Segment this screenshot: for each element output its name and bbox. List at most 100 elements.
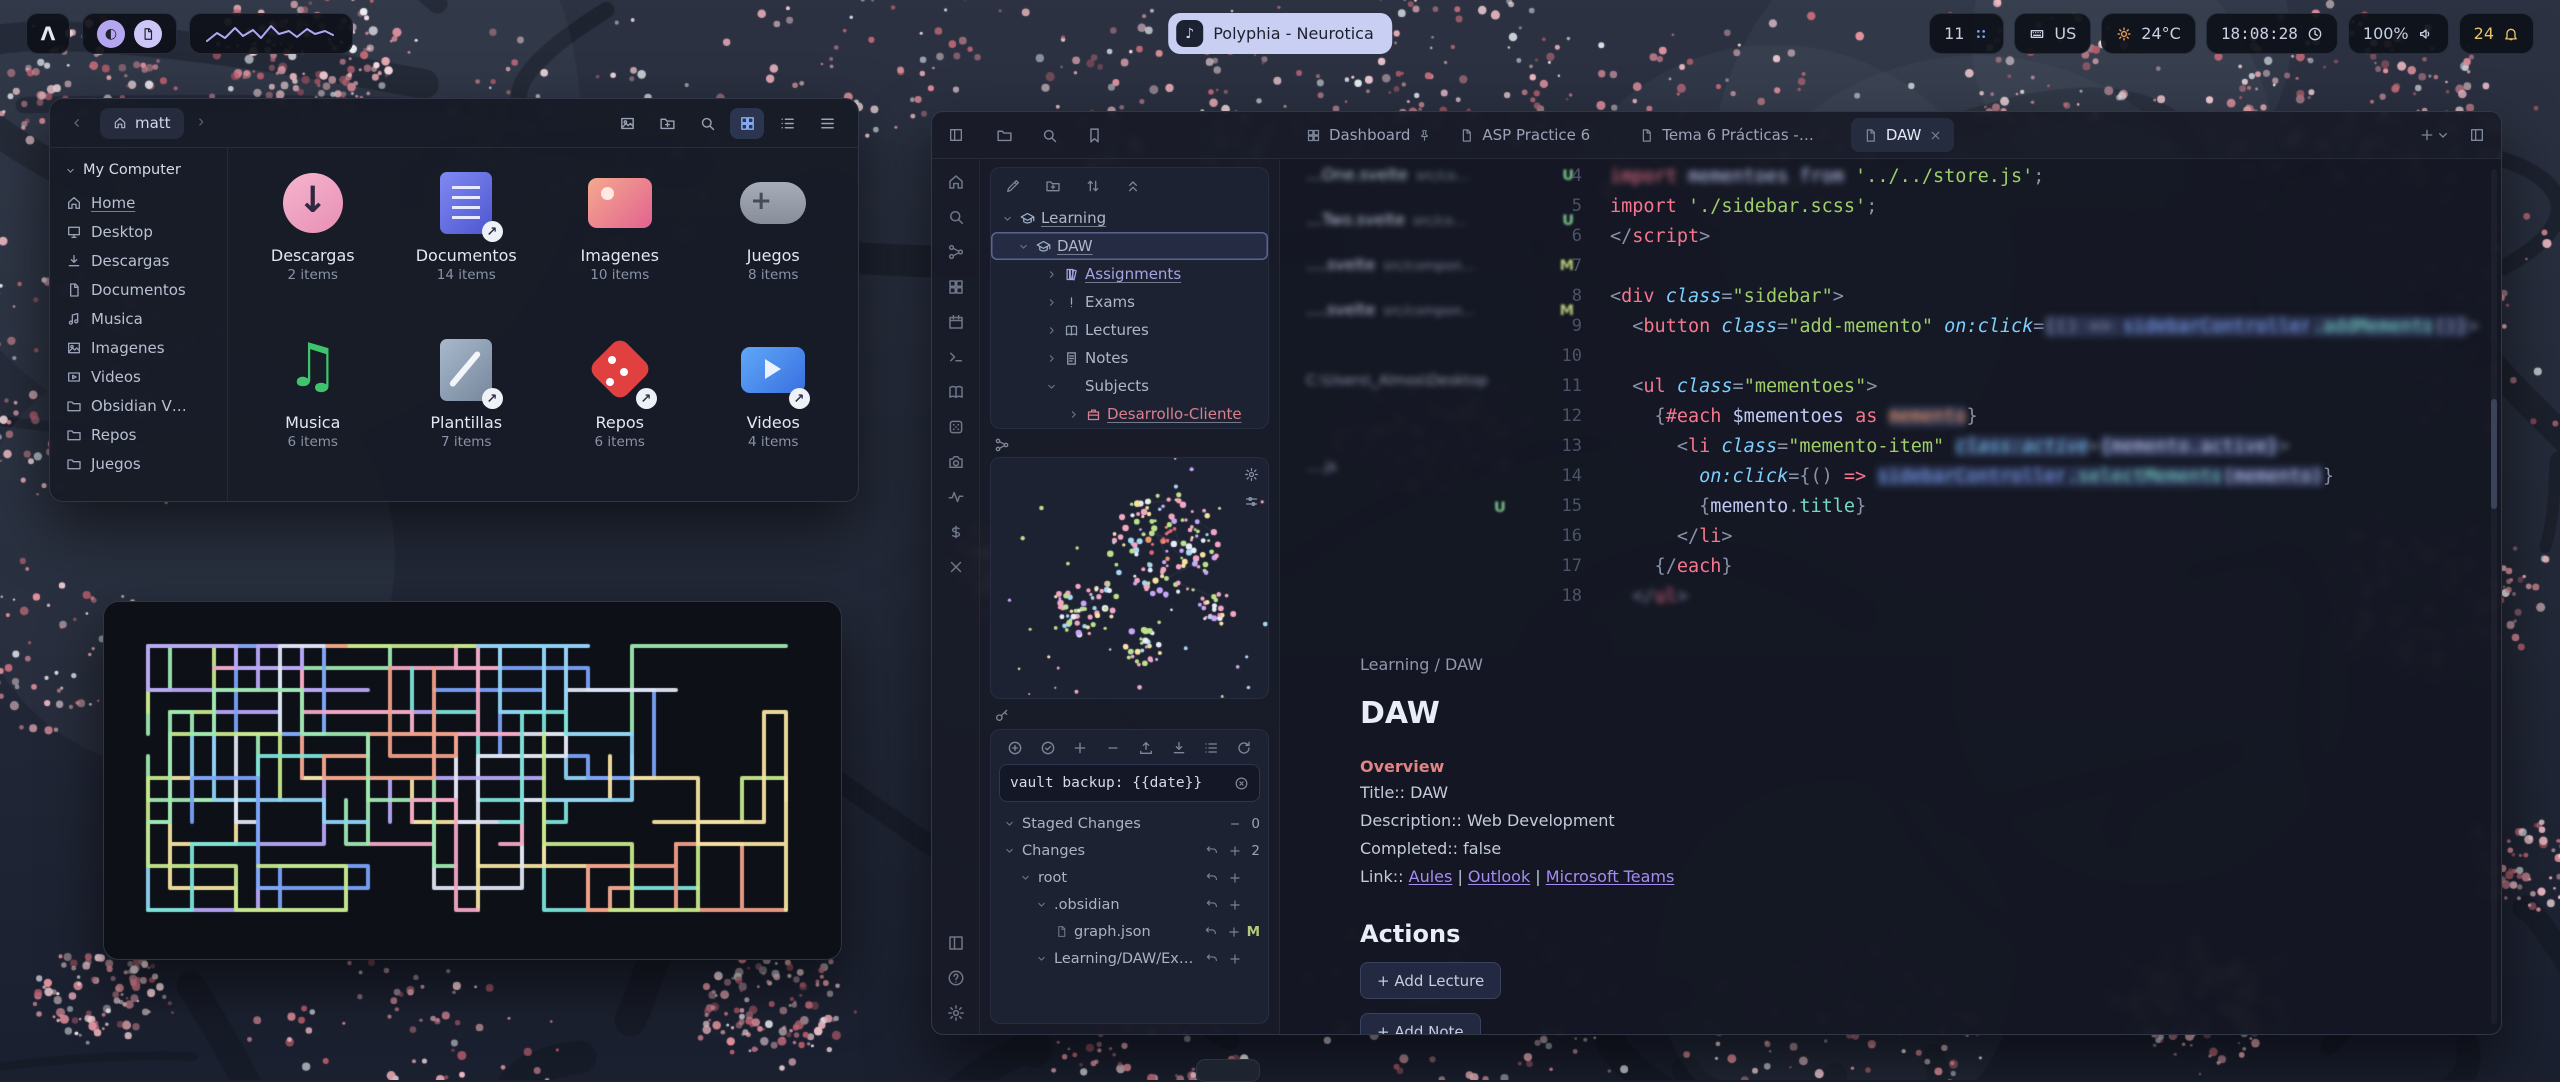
now-playing-widget[interactable]: ♪ Polyphia - Neurotica: [1168, 13, 1392, 54]
graph-view-icon[interactable]: [947, 243, 965, 261]
view-grid-button[interactable]: [730, 108, 764, 139]
volume-widget[interactable]: 100%: [2348, 13, 2449, 54]
help-icon[interactable]: [947, 969, 965, 987]
tree-item[interactable]: Learning: [991, 204, 1268, 232]
menu-button[interactable]: [810, 108, 844, 139]
new-folder-icon[interactable]: [1045, 178, 1061, 194]
search-icon[interactable]: [947, 208, 965, 226]
tab-trail-icon[interactable]: [1598, 129, 1611, 142]
editor-tab[interactable]: DAW: [1851, 118, 1955, 152]
editor-tab[interactable]: ASP Practice 6: [1447, 118, 1623, 152]
editor-pane[interactable]: …One.svelte src/co… U …Two.svelte src/co…: [1280, 159, 2501, 1034]
fm-sidebar-item[interactable]: Videos: [58, 362, 219, 391]
breadcrumb[interactable]: matt: [100, 108, 184, 139]
git-row[interactable]: root: [999, 864, 1260, 891]
git-action-icon[interactable]: [1228, 871, 1242, 885]
search-pane-icon[interactable]: [1041, 127, 1058, 144]
git-action-icon[interactable]: [1228, 952, 1242, 966]
editor-scrollbar-thumb[interactable]: [2491, 399, 2497, 509]
git-row[interactable]: .obsidian: [999, 891, 1260, 918]
settings-icon[interactable]: [947, 1004, 965, 1022]
refresh-icon[interactable]: [1236, 740, 1252, 756]
pull-icon[interactable]: [1171, 740, 1187, 756]
tab-trail-icon[interactable]: [1929, 129, 1942, 142]
power-button[interactable]: ◐: [97, 20, 125, 48]
folder-item[interactable]: Videos 4 items: [697, 331, 851, 494]
git-action-icon[interactable]: [1227, 925, 1241, 939]
graph-pane-tab[interactable]: [990, 429, 1269, 457]
push-icon[interactable]: [1138, 740, 1154, 756]
tab-list-icon[interactable]: [2435, 127, 2451, 143]
folder-item[interactable]: Juegos 8 items: [697, 164, 851, 327]
tree-item[interactable]: Exams: [991, 288, 1268, 316]
local-graph-panel[interactable]: [990, 457, 1269, 699]
git-action-icon[interactable]: [1204, 925, 1218, 939]
keyboard-layout-widget[interactable]: US: [2014, 13, 2091, 54]
unstage-all-icon[interactable]: [1105, 740, 1121, 756]
system-graph-widget[interactable]: [189, 13, 353, 54]
back-button[interactable]: [64, 115, 90, 131]
git-pane-tab[interactable]: [990, 699, 1269, 727]
sort-icon[interactable]: [1085, 178, 1101, 194]
view-list-button[interactable]: [770, 108, 804, 139]
clock-widget[interactable]: 18:08:28: [2206, 13, 2338, 54]
editor-tab[interactable]: Tema 6 Prácticas -…: [1627, 118, 1847, 152]
notes-button[interactable]: [134, 20, 162, 48]
vault-home-icon[interactable]: [947, 173, 965, 191]
updates-widget[interactable]: 11: [1929, 13, 2004, 54]
git-row[interactable]: Changes 2: [999, 837, 1260, 864]
graph-filter-icon[interactable]: [1244, 494, 1259, 509]
file-manager-toolbar[interactable]: matt: [50, 99, 858, 148]
folder-item[interactable]: Repos 6 items: [543, 331, 697, 494]
fm-sidebar-item[interactable]: Home: [58, 188, 219, 217]
canvas-icon[interactable]: [947, 278, 965, 296]
change-layout-icon[interactable]: [1203, 740, 1219, 756]
random-note-icon[interactable]: [947, 418, 965, 436]
note-link[interactable]: Microsoft Teams: [1546, 867, 1675, 886]
git-action-icon[interactable]: [1205, 844, 1219, 858]
git-action-icon[interactable]: [1205, 871, 1219, 885]
git-row[interactable]: Learning/DAW/Exams: [999, 945, 1260, 972]
layout-icon[interactable]: [947, 934, 965, 952]
snapshot-icon[interactable]: [947, 453, 965, 471]
split-layout-icon[interactable]: [2469, 127, 2485, 143]
git-action-icon[interactable]: [1228, 844, 1242, 858]
editor-tab[interactable]: Dashboard: [1294, 118, 1443, 152]
git-action-icon[interactable]: [1228, 817, 1242, 831]
fm-sidebar-item[interactable]: Obsidian V…: [58, 391, 219, 420]
tab-trail-icon[interactable]: [1822, 129, 1835, 142]
search-button[interactable]: [690, 108, 724, 139]
sidebar-toggle-button[interactable]: [932, 127, 980, 143]
close-tools-icon[interactable]: [947, 558, 965, 576]
note-link[interactable]: Outlook: [1468, 867, 1530, 886]
tree-item[interactable]: Notes: [991, 344, 1268, 372]
fm-sidebar-item[interactable]: Desktop: [58, 217, 219, 246]
fm-sidebar-item[interactable]: Juegos: [58, 449, 219, 478]
new-tab-button[interactable]: [2419, 127, 2435, 143]
launcher-button[interactable]: Λ: [26, 13, 70, 54]
git-action-icon[interactable]: [1228, 898, 1242, 912]
notifications-widget[interactable]: 24: [2459, 13, 2534, 54]
tree-item[interactable]: DAW: [991, 232, 1268, 260]
bookmarks-pane-icon[interactable]: [1086, 127, 1103, 144]
stage-all-icon[interactable]: [1072, 740, 1088, 756]
tree-item[interactable]: Lectures: [991, 316, 1268, 344]
collapse-all-icon[interactable]: [1125, 178, 1141, 194]
git-row[interactable]: Staged Changes 0: [999, 810, 1260, 837]
fm-sidebar-item[interactable]: Imagenes: [58, 333, 219, 362]
git-action-icon[interactable]: [1205, 898, 1219, 912]
reading-view-icon[interactable]: [947, 383, 965, 401]
view-thumbnails-button[interactable]: [610, 108, 644, 139]
files-pane-icon[interactable]: [996, 127, 1013, 144]
folder-item[interactable]: Plantillas 7 items: [390, 331, 544, 494]
git-row[interactable]: graph.json M: [999, 918, 1260, 945]
folder-item[interactable]: Musica 6 items: [236, 331, 390, 494]
sidebar-header[interactable]: My Computer: [58, 158, 219, 188]
tab-trail-icon[interactable]: [1418, 129, 1431, 142]
weather-widget[interactable]: 24°C: [2101, 13, 2196, 54]
dock-hint[interactable]: [1196, 1059, 1260, 1082]
pipes-window[interactable]: [103, 601, 842, 960]
folder-item[interactable]: Documentos 14 items: [390, 164, 544, 327]
commit-message-input[interactable]: vault backup: {{date}}: [999, 764, 1260, 802]
note-link[interactable]: Aules: [1409, 867, 1453, 886]
